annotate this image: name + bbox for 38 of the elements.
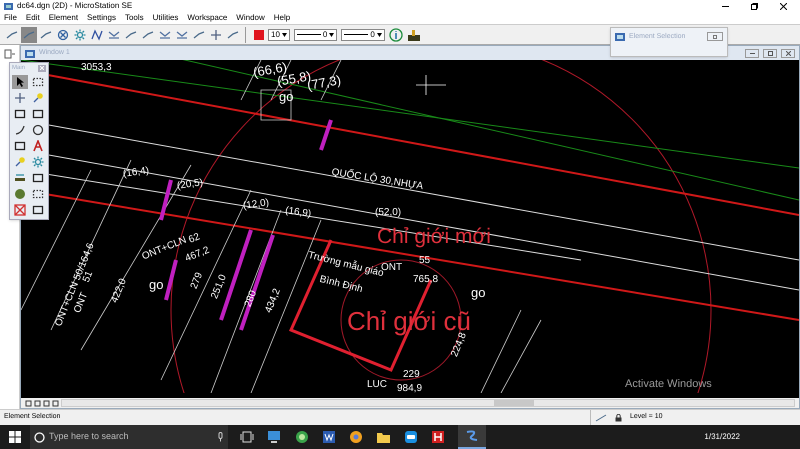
drawing-label: 3053,3 (81, 63, 112, 73)
drawing-label: (12,0) (242, 198, 270, 212)
taskbar-search-field[interactable]: Type here to search (30, 425, 228, 449)
menu-item[interactable]: Workspace (187, 12, 228, 24)
menu-item[interactable]: File (4, 12, 17, 24)
weight-dropdown[interactable]: 10 (268, 28, 290, 40)
drawing-label: 229 (403, 370, 420, 380)
drawing-label: 62 (188, 232, 202, 246)
drawing-label: 224,8 (450, 332, 469, 358)
drawing-label: 434,2 (264, 288, 283, 314)
drawing-label: 422,0 (110, 278, 129, 304)
menu-item[interactable]: Utilities (152, 12, 178, 24)
drawing-label: 467,2 (184, 246, 211, 264)
style-dropdown[interactable]: 0 (294, 28, 338, 40)
drawing-label: (20,5) (176, 178, 204, 192)
window-title: dc64.dgn (2D) - MicroStation SE (17, 0, 132, 12)
drawing-label: Bình Định (318, 274, 364, 296)
drawing-label: 279 (190, 271, 206, 291)
drawing-label: 765,8 (413, 275, 438, 285)
drawing-label: QUỐC LỘ 30,NHỰA (330, 168, 424, 192)
menu-item[interactable]: Element (48, 12, 78, 24)
drawing-label: 251,0 (210, 274, 229, 300)
drawing-label: go (149, 278, 164, 291)
menu-item[interactable]: Tools (124, 12, 144, 24)
menu-item[interactable]: Window (236, 12, 265, 24)
drawing-label: 280 (244, 289, 260, 309)
drawing-label: 984,9 (397, 384, 422, 394)
drawing-label: 55 (419, 256, 430, 266)
drawing-label: (16,9) (284, 206, 312, 220)
drawing-label: go (471, 286, 486, 299)
menu-item[interactable]: Edit (26, 12, 40, 24)
drawing-label: (52,0) (375, 208, 402, 218)
drawing-label: (16,4) (122, 166, 150, 180)
width-dropdown[interactable]: 0 (341, 28, 385, 40)
menu-item[interactable]: Help (274, 12, 290, 24)
taskbar-date: 1/31/2022 (704, 431, 741, 443)
drawing-label: LUC (367, 380, 388, 390)
menu-item[interactable]: Settings (87, 12, 116, 24)
